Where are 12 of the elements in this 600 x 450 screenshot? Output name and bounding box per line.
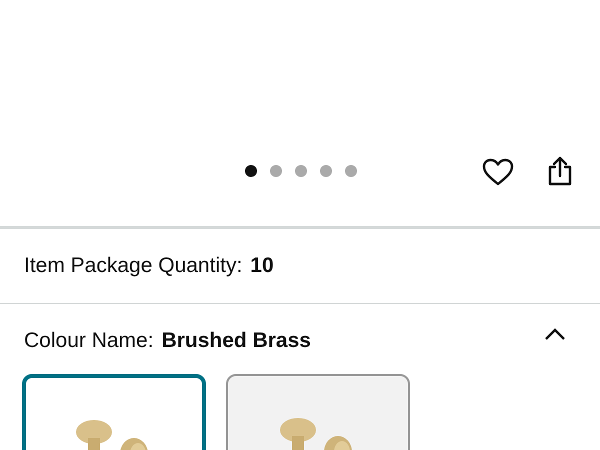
carousel-dot[interactable] <box>320 165 332 177</box>
caret-icon[interactable] <box>544 327 566 341</box>
carousel-dot[interactable] <box>295 165 307 177</box>
carousel-dot[interactable] <box>245 165 257 177</box>
package-quantity-value: 10 <box>250 254 274 278</box>
colour-name-label: Colour Name: <box>24 329 154 353</box>
heart-icon[interactable] <box>482 158 514 186</box>
carousel-dot[interactable] <box>345 165 357 177</box>
share-icon[interactable] <box>547 156 573 186</box>
colour-name-value: Brushed Brass <box>162 329 311 353</box>
package-quantity-label: Item Package Quantity: <box>24 254 242 278</box>
carousel-dot[interactable] <box>270 165 282 177</box>
